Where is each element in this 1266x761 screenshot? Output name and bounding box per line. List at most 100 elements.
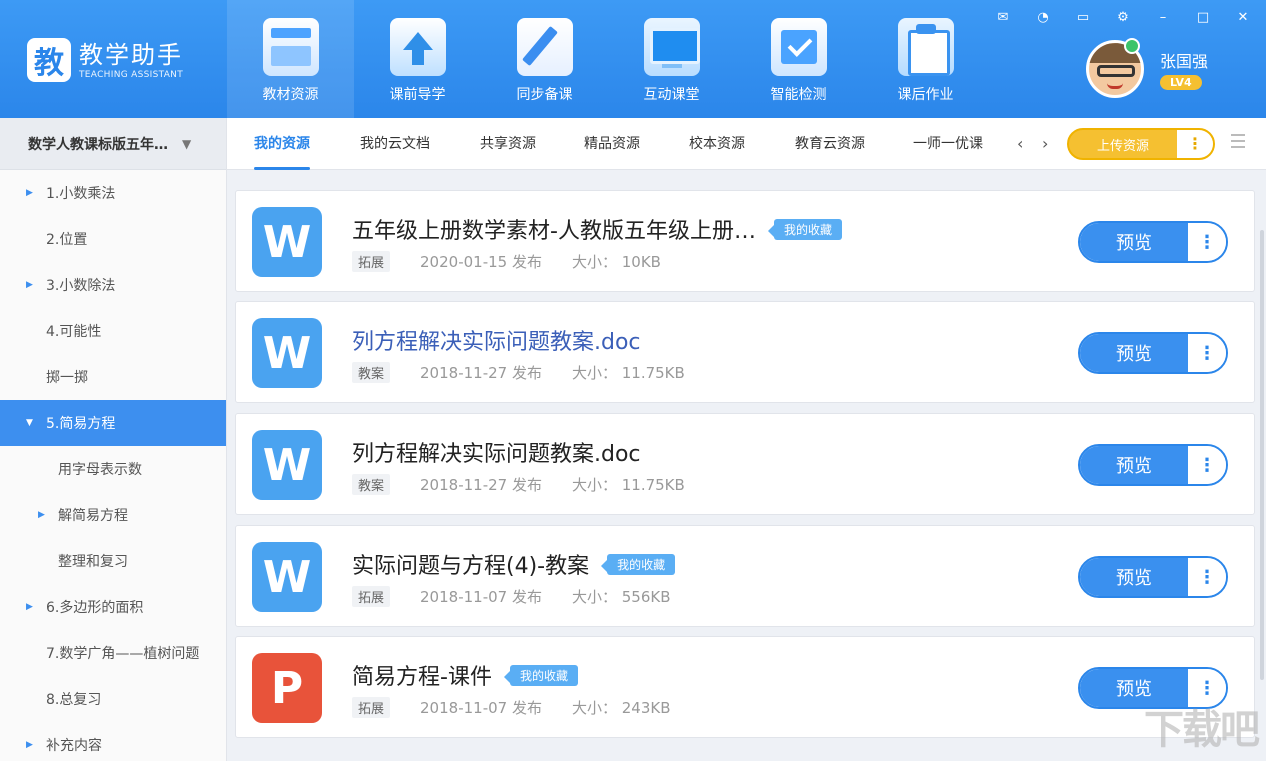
dropdown-arrow-icon: ▼ — [182, 136, 192, 151]
collapse-arrow-icon: ▼ — [26, 418, 33, 428]
maximize-icon[interactable]: □ — [1194, 10, 1212, 25]
textbook-select[interactable]: 数学人教课标版五年… ▼ — [0, 118, 226, 170]
app-name: 教学助手 — [79, 40, 183, 69]
tab-my-cloud-docs[interactable]: 我的云文档 — [360, 118, 430, 170]
tab-premium-resources[interactable]: 精品资源 — [584, 118, 640, 170]
resource-card[interactable]: W 列方程解决实际问题教案.doc 教案 2018-11-27 发布 大小： 1… — [235, 413, 1255, 515]
resource-tabs: 我的资源 我的云文档 共享资源 精品资源 校本资源 教育云资源 一师一优课 ‹ … — [227, 118, 1266, 170]
more-icon[interactable]: ⋮ — [1177, 130, 1213, 158]
user-name: 张国强 — [1160, 52, 1209, 71]
resource-card[interactable]: W 五年级上册数学素材-人教版五年级上册… 我的收藏 拓展 2020-01-15… — [235, 190, 1255, 292]
module-lesson-prep[interactable]: 同步备课 — [481, 0, 608, 118]
tree-item[interactable]: 7.数学广角——植树问题 — [0, 630, 226, 676]
more-icon[interactable]: ⋮ — [1188, 334, 1226, 372]
chat-icon[interactable]: ▭ — [1074, 10, 1092, 25]
file-tag: 拓展 — [352, 697, 391, 718]
module-interactive-class[interactable]: 互动课堂 — [608, 0, 735, 118]
vertical-scrollbar[interactable] — [1260, 230, 1264, 680]
module-smart-test[interactable]: 智能检测 — [735, 0, 862, 118]
resource-card[interactable]: W 实际问题与方程(4)-教案 我的收藏 拓展 2018-11-07 发布 大小… — [235, 525, 1255, 627]
tab-school-resources[interactable]: 校本资源 — [689, 118, 745, 170]
file-title[interactable]: 五年级上册数学素材-人教版五年级上册… — [352, 213, 756, 245]
tree-item-label: 3.小数除法 — [46, 278, 116, 294]
module-label: 互动课堂 — [643, 87, 700, 103]
module-nav: 教材资源 课前导学 同步备课 互动课堂 智能检测 课后作业 — [227, 0, 989, 118]
top-header: 教 教学助手 TEACHING ASSISTANT 教材资源 课前导学 同步备课… — [0, 0, 1266, 118]
preview-label: 预览 — [1080, 558, 1188, 596]
message-icon[interactable]: ✉ — [994, 10, 1012, 25]
tree-item-label: 2.位置 — [46, 232, 88, 248]
preview-button[interactable]: 预览 ⋮ — [1078, 221, 1228, 263]
tree-item[interactable]: 用字母表示数 — [0, 446, 226, 492]
tree-item[interactable]: 4.可能性 — [0, 308, 226, 354]
menu-icon[interactable] — [1231, 134, 1245, 148]
app-name-en: TEACHING ASSISTANT — [79, 69, 183, 80]
upload-label: 上传资源 — [1096, 138, 1149, 154]
tree-item[interactable]: 8.总复习 — [0, 676, 226, 722]
file-date: 2018-11-27 发布 — [420, 364, 542, 382]
more-icon[interactable]: ⋮ — [1188, 446, 1226, 484]
file-title[interactable]: 列方程解决实际问题教案.doc — [352, 324, 641, 356]
file-date: 2020-01-15 发布 — [420, 253, 542, 271]
tabs-prev-icon[interactable]: ‹ — [1017, 134, 1023, 153]
resource-card[interactable]: P 简易方程-课件 我的收藏 拓展 2018-11-07 发布 大小： 243K… — [235, 636, 1255, 738]
tree-item-label: 解简易方程 — [58, 508, 128, 524]
tree-item[interactable]: ▶ 解简易方程 — [0, 492, 226, 538]
online-check-icon — [1124, 38, 1140, 54]
file-tag: 拓展 — [352, 586, 391, 607]
file-tag: 教案 — [352, 474, 391, 495]
tree-item-label: 补充内容 — [46, 738, 102, 754]
word-file-icon: W — [252, 318, 322, 388]
tree-item-label: 6.多边形的面积 — [46, 600, 144, 616]
tree-item[interactable]: 2.位置 — [0, 216, 226, 262]
more-icon[interactable]: ⋮ — [1188, 558, 1226, 596]
preview-button[interactable]: 预览 ⋮ — [1078, 556, 1228, 598]
settings-icon[interactable]: ⚙ — [1114, 10, 1132, 25]
resource-card[interactable]: W 列方程解决实际问题教案.doc 教案 2018-11-27 发布 大小： 1… — [235, 301, 1255, 403]
file-date: 2018-11-07 发布 — [420, 588, 542, 606]
word-file-icon: W — [252, 207, 322, 277]
resource-list: W 五年级上册数学素材-人教版五年级上册… 我的收藏 拓展 2020-01-15… — [227, 170, 1266, 761]
tab-shared-resources[interactable]: 共享资源 — [480, 118, 536, 170]
module-label: 课后作业 — [897, 87, 954, 103]
file-tag: 教案 — [352, 362, 391, 383]
close-icon[interactable]: ✕ — [1234, 10, 1252, 25]
logo-mark: 教 — [27, 38, 71, 82]
tree-item[interactable]: 掷一掷 — [0, 354, 226, 400]
upload-arrow-icon — [389, 18, 446, 76]
tabs-next-icon[interactable]: › — [1042, 134, 1048, 153]
tab-my-resources[interactable]: 我的资源 — [254, 118, 310, 170]
favorite-badge: 我的收藏 — [503, 664, 578, 686]
tree-item[interactable]: ▶ 6.多边形的面积 — [0, 584, 226, 630]
tree-item[interactable]: ▶ 3.小数除法 — [0, 262, 226, 308]
module-homework[interactable]: 课后作业 — [862, 0, 989, 118]
tab-one-teacher-one-lesson[interactable]: 一师一优课 — [913, 118, 983, 170]
file-title[interactable]: 实际问题与方程(4)-教案 — [352, 548, 589, 580]
tree-item-label: 整理和复习 — [58, 554, 128, 570]
file-size: 大小： 11.75KB — [571, 476, 685, 494]
module-textbook-resources[interactable]: 教材资源 — [227, 0, 354, 118]
tab-edu-cloud-resources[interactable]: 教育云资源 — [795, 118, 865, 170]
window-controls: ✉ ◔ ▭ ⚙ – □ ✕ — [994, 10, 1252, 25]
upload-resource-button[interactable]: 上传资源 ⋮ — [1067, 128, 1215, 160]
module-preclass-guide[interactable]: 课前导学 — [354, 0, 481, 118]
preview-button[interactable]: 预览 ⋮ — [1078, 444, 1228, 486]
tree-item[interactable]: 整理和复习 — [0, 538, 226, 584]
preview-button[interactable]: 预览 ⋮ — [1078, 332, 1228, 374]
file-title[interactable]: 列方程解决实际问题教案.doc — [352, 436, 641, 468]
chapter-tree: ▶ 1.小数乘法 2.位置 ▶ 3.小数除法 4.可能性 掷一掷 ▼ 5.简易方… — [0, 170, 226, 761]
preview-label: 预览 — [1080, 446, 1188, 484]
ppt-file-icon: P — [252, 653, 322, 723]
checkmark-icon — [770, 18, 827, 76]
tree-item-selected[interactable]: ▼ 5.简易方程 — [0, 400, 226, 446]
file-size: 大小： 11.75KB — [571, 364, 685, 382]
more-icon[interactable]: ⋮ — [1188, 223, 1226, 261]
support-icon[interactable]: ◔ — [1034, 10, 1052, 25]
chapter-sidebar: 数学人教课标版五年… ▼ ▶ 1.小数乘法 2.位置 ▶ 3.小数除法 4.可能… — [0, 118, 227, 761]
tree-item[interactable]: ▶ 补充内容 — [0, 722, 226, 761]
expand-arrow-icon: ▶ — [26, 740, 33, 750]
tree-item[interactable]: ▶ 1.小数乘法 — [0, 170, 226, 216]
minimize-icon[interactable]: – — [1154, 10, 1172, 25]
expand-arrow-icon: ▶ — [26, 602, 33, 612]
file-title[interactable]: 简易方程-课件 — [352, 659, 492, 691]
